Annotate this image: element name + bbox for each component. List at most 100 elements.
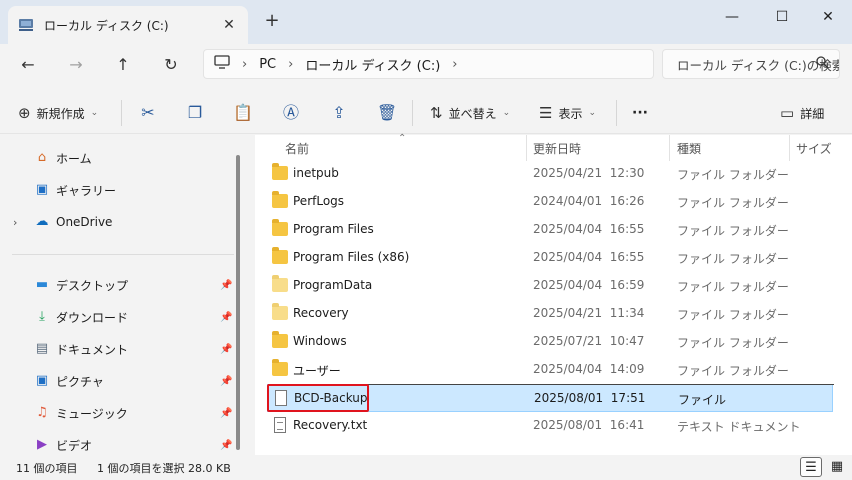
chevron-down-icon: ⌄	[502, 108, 511, 118]
cloud-icon: ☁	[35, 214, 49, 229]
details-view-icon[interactable]: ☰	[800, 457, 822, 477]
file-date: 2025/04/04 16:55	[533, 222, 645, 236]
new-tab-icon[interactable]: +	[262, 10, 282, 31]
view-button[interactable]: ☰ 表示 ⌄	[539, 102, 596, 124]
up-icon[interactable]: ↑	[109, 52, 137, 78]
file-type: ファイル フォルダー	[677, 224, 789, 238]
file-type: ファイル フォルダー	[677, 336, 789, 350]
file-row[interactable]: Recovery 2025/04/21 11:34 ファイル フォルダー	[267, 300, 833, 328]
chevron-down-icon: ⌄	[588, 108, 597, 118]
rename-icon[interactable]: Ⓐ	[280, 102, 302, 124]
sidebar-item-label: ビデオ	[56, 438, 93, 453]
file-row[interactable]: PerfLogs 2024/04/01 16:26 ファイル フォルダー	[267, 188, 833, 216]
close-window-icon[interactable]: ✕	[808, 6, 848, 28]
desktop-icon: ▬	[35, 277, 49, 292]
title-bar: ローカル ディスク (C:) ✕ + — ☐ ✕	[0, 0, 852, 44]
breadcrumb-separator[interactable]: ›	[452, 57, 457, 72]
folder-icon	[272, 303, 288, 320]
breadcrumb-pc[interactable]: PC	[259, 57, 276, 72]
sidebar-item-label: OneDrive	[56, 215, 113, 229]
search-input[interactable]: ローカル ディスク (C:)の検索	[662, 49, 840, 79]
toolbar-divider	[121, 100, 122, 126]
file-type: ファイル フォルダー	[677, 252, 789, 266]
sidebar-item-home[interactable]: ⌂ ホーム	[0, 144, 236, 172]
sort-label: 並べ替え	[448, 106, 497, 121]
sidebar-scrollbar[interactable]	[236, 155, 240, 450]
details-pane-icon: ▭	[780, 104, 795, 122]
file-row[interactable]: Windows 2025/07/21 10:47 ファイル フォルダー	[267, 328, 833, 356]
refresh-icon[interactable]: ↻	[157, 52, 185, 78]
sidebar-item-desktop[interactable]: ▬ デスクトップ 📌	[0, 271, 236, 299]
file-row[interactable]: Recovery.txt 2025/08/01 16:41 テキスト ドキュメント	[267, 412, 833, 440]
file-icon	[275, 390, 287, 406]
cut-icon[interactable]: ✂	[137, 102, 159, 124]
sidebar-item-gallery[interactable]: ▣ ギャラリー	[0, 176, 236, 204]
column-header-name[interactable]: 名前	[285, 135, 525, 161]
navigation-pane: ⌂ ホーム ▣ ギャラリー › ☁ OneDrive ▬ デスクトップ 📌 ⤓ …	[0, 135, 240, 455]
sidebar-item-music[interactable]: ♫ ミュージック 📌	[0, 399, 236, 427]
file-date: 2025/08/01 17:51	[534, 391, 646, 405]
file-row[interactable]: inetpub 2025/04/21 12:30 ファイル フォルダー	[267, 160, 833, 188]
file-row[interactable]: ProgramData 2025/04/04 16:59 ファイル フォルダー	[267, 272, 833, 300]
column-header-type[interactable]: 種類	[677, 135, 787, 161]
file-name: inetpub	[293, 166, 339, 180]
file-row[interactable]: ユーザー 2025/04/04 14:09 ファイル フォルダー	[267, 356, 833, 384]
new-button[interactable]: ⊕ 新規作成 ⌄	[18, 102, 98, 124]
minimize-icon[interactable]: —	[712, 6, 752, 28]
file-name: Recovery.txt	[293, 418, 368, 432]
file-name: Program Files	[293, 222, 374, 236]
address-bar[interactable]: › PC › ローカル ディスク (C:) ›	[203, 49, 654, 79]
maximize-icon[interactable]: ☐	[762, 6, 802, 28]
tab-local-disk[interactable]: ローカル ディスク (C:) ✕	[8, 6, 248, 44]
item-count: 11 個の項目	[16, 462, 78, 475]
sidebar-item-pictures[interactable]: ▣ ピクチャ 📌	[0, 367, 236, 395]
breadcrumb-local-disk[interactable]: ローカル ディスク (C:)	[305, 55, 440, 74]
chevron-right-icon[interactable]: ›	[13, 216, 17, 229]
column-divider[interactable]	[669, 135, 670, 161]
music-icon: ♫	[36, 405, 48, 420]
file-name: ユーザー	[293, 364, 341, 378]
file-row[interactable]: Program Files 2025/04/04 16:55 ファイル フォルダー	[267, 216, 833, 244]
tiles-view-icon[interactable]: ▦	[826, 457, 848, 477]
pin-icon[interactable]: 📌	[220, 280, 232, 291]
folder-icon	[272, 331, 288, 348]
back-icon[interactable]: ←	[14, 52, 42, 78]
sidebar-item-label: ミュージック	[56, 406, 128, 421]
sort-icon: ⇅	[430, 104, 443, 122]
gallery-icon: ▣	[35, 182, 49, 197]
copy-icon[interactable]: ❐	[184, 102, 206, 124]
sidebar-item-onedrive[interactable]: › ☁ OneDrive	[0, 208, 236, 236]
pin-icon[interactable]: 📌	[220, 440, 232, 451]
delete-icon[interactable]: 🗑	[376, 102, 398, 124]
toolbar-divider	[616, 100, 617, 126]
column-header-date[interactable]: 更新日時	[533, 135, 668, 161]
file-row[interactable]: Program Files (x86) 2025/04/04 16:55 ファイル …	[267, 244, 833, 272]
share-icon[interactable]: ⇪	[328, 102, 350, 124]
file-row[interactable]: BCD-Backup 2025/08/01 17:51 ファイル	[267, 384, 833, 412]
sort-button[interactable]: ⇅ 並べ替え ⌄	[430, 102, 510, 124]
file-name: Program Files (x86)	[293, 250, 410, 264]
more-options-icon[interactable]: ···	[632, 102, 648, 124]
file-date: 2025/04/04 14:09	[533, 362, 645, 376]
details-pane-button[interactable]: ▭ 詳細	[780, 102, 824, 124]
sidebar-item-downloads[interactable]: ⤓ ダウンロード 📌	[0, 303, 236, 331]
folder-icon	[272, 247, 288, 264]
pin-icon[interactable]: 📌	[220, 344, 232, 355]
forward-icon[interactable]: →	[62, 52, 90, 78]
tab-close-icon[interactable]: ✕	[220, 17, 238, 33]
file-name: Windows	[293, 334, 347, 348]
column-header-size[interactable]: サイズ	[796, 135, 852, 161]
home-icon: ⌂	[37, 150, 47, 165]
pin-icon[interactable]: 📌	[220, 376, 232, 387]
sidebar-item-label: ホーム	[56, 151, 92, 166]
paste-icon[interactable]: 📋	[232, 102, 254, 124]
focus-line	[268, 384, 834, 385]
column-divider[interactable]	[789, 135, 790, 161]
sidebar-item-documents[interactable]: ▤ ドキュメント 📌	[0, 335, 236, 363]
column-divider[interactable]	[526, 135, 527, 161]
pin-icon[interactable]: 📌	[220, 312, 232, 323]
view-label: 表示	[558, 106, 583, 121]
breadcrumb-separator: ›	[242, 56, 248, 72]
status-bar: 11 個の項目 1 個の項目を選択 28.0 KB ☰ ▦	[0, 455, 852, 480]
pin-icon[interactable]: 📌	[220, 408, 232, 419]
